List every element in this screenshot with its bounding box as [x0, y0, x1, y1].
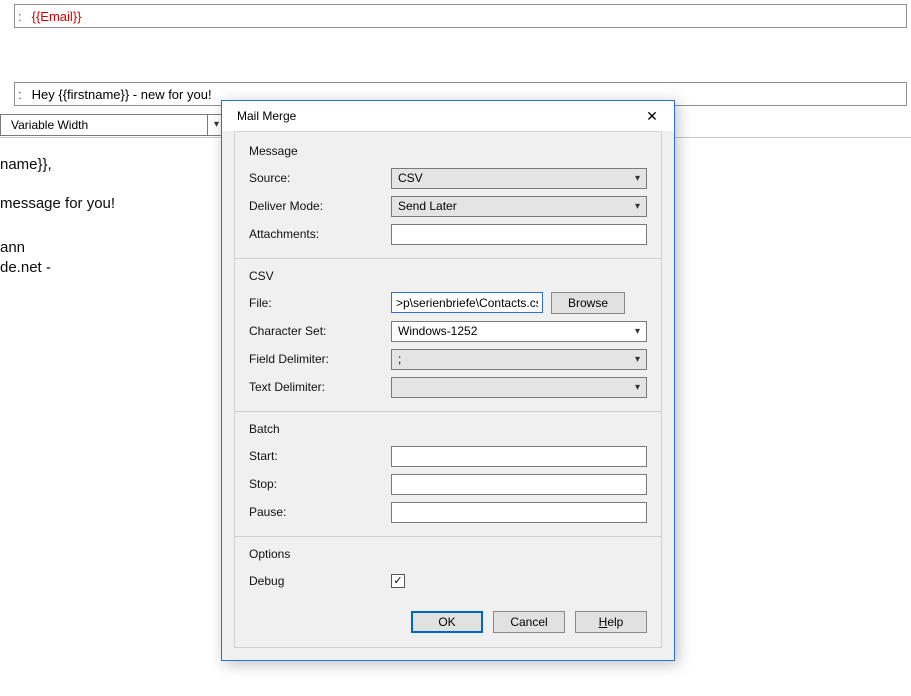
batch-start-label: Start:: [249, 449, 391, 463]
file-label: File:: [249, 296, 391, 310]
mail-merge-dialog: Mail Merge ✕ Message Source: CSV Deliver…: [221, 100, 675, 661]
charset-label: Character Set:: [249, 324, 391, 338]
to-label-colon: :: [18, 9, 22, 24]
chevron-down-icon: [635, 173, 640, 184]
to-address[interactable]: {{Email}}: [32, 9, 82, 24]
chevron-down-icon: [635, 326, 640, 337]
batch-pause-label: Pause:: [249, 505, 391, 519]
subject-label-colon: :: [18, 87, 22, 102]
field-delimiter-label: Field Delimiter:: [249, 352, 391, 366]
source-value: CSV: [398, 171, 423, 185]
chevron-down-icon: [635, 382, 640, 393]
file-path-input[interactable]: [391, 292, 543, 313]
group-title-message: Message: [249, 144, 647, 158]
field-delimiter-select[interactable]: ;: [391, 349, 647, 370]
source-label: Source:: [249, 171, 391, 185]
font-family-select[interactable]: Variable Width: [0, 114, 224, 136]
text-delimiter-label: Text Delimiter:: [249, 380, 391, 394]
debug-label: Debug: [249, 574, 391, 588]
dialog-titlebar: Mail Merge ✕: [222, 101, 674, 131]
close-icon[interactable]: ✕: [645, 109, 659, 123]
subject-text[interactable]: Hey {{firstname}} - new for you!: [32, 87, 212, 102]
ok-button[interactable]: OK: [411, 611, 483, 633]
chevron-down-icon: [635, 201, 640, 212]
chevron-down-icon: [207, 115, 219, 135]
font-family-value: Variable Width: [11, 118, 88, 132]
charset-select[interactable]: Windows-1252: [391, 321, 647, 342]
browse-button[interactable]: Browse: [551, 292, 625, 314]
attachments-input[interactable]: [391, 224, 647, 245]
batch-start-input[interactable]: [391, 446, 647, 467]
batch-pause-input[interactable]: [391, 502, 647, 523]
deliver-mode-label: Deliver Mode:: [249, 199, 391, 213]
field-delimiter-value: ;: [398, 352, 401, 366]
dialog-body: Message Source: CSV Deliver Mode: Send L…: [234, 131, 662, 648]
to-field-row: : {{Email}}: [14, 4, 907, 28]
cancel-button[interactable]: Cancel: [493, 611, 565, 633]
batch-stop-label: Stop:: [249, 477, 391, 491]
help-button[interactable]: Help: [575, 611, 647, 633]
deliver-mode-select[interactable]: Send Later: [391, 196, 647, 217]
deliver-mode-value: Send Later: [398, 199, 457, 213]
group-title-csv: CSV: [249, 269, 647, 283]
chevron-down-icon: [635, 354, 640, 365]
source-select[interactable]: CSV: [391, 168, 647, 189]
dialog-title: Mail Merge: [237, 109, 296, 123]
group-title-batch: Batch: [249, 422, 647, 436]
dialog-button-row: OK Cancel Help: [249, 611, 647, 633]
attachments-label: Attachments:: [249, 227, 391, 241]
batch-stop-input[interactable]: [391, 474, 647, 495]
charset-value: Windows-1252: [398, 324, 477, 338]
group-title-options: Options: [249, 547, 647, 561]
debug-checkbox[interactable]: ✓: [391, 574, 405, 588]
text-delimiter-select[interactable]: [391, 377, 647, 398]
